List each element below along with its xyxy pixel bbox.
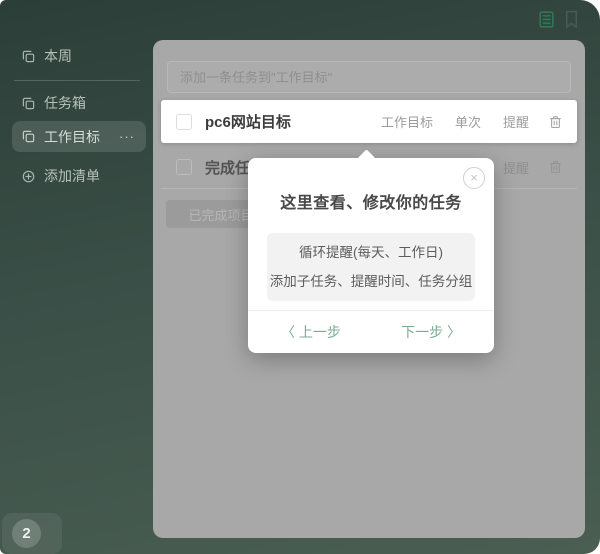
app-window: 本周 任务箱 工作目标 ··· 添加清单 添加一条任务到"工作目标" pc6网站… [0,0,600,554]
task-reminder-tag[interactable]: 提醒 [503,112,529,131]
add-task-input[interactable] [167,61,571,93]
popup-tip: 循环提醒(每天、工作日) [299,245,443,260]
close-icon[interactable]: × [463,167,485,189]
task-checkbox[interactable] [176,113,192,130]
trash-icon[interactable] [549,160,562,174]
sidebar-item-label: 添加清单 [44,168,100,184]
sidebar-item-label: 任务箱 [44,95,86,111]
task-list-tag[interactable]: 工作目标 [381,112,433,131]
step-count-badge: 2 [12,519,41,548]
pages-icon [22,97,35,110]
tutorial-popup: × 这里查看、修改你的任务 循环提醒(每天、工作日) 添加子任务、提醒时间、任务… [248,149,494,353]
sidebar-item-add-list[interactable]: 添加清单 [12,162,150,190]
trash-icon[interactable] [549,115,562,129]
plus-circle-icon [22,170,35,183]
task-repeat-tag[interactable]: 单次 [455,112,481,131]
more-icon[interactable]: ··· [119,129,135,144]
task-reminder-tag[interactable]: 提醒 [503,158,529,177]
sidebar-item-label: 工作目标 [44,128,100,145]
sidebar-item-work-goals[interactable]: 工作目标 ··· [12,121,146,152]
popup-tip: 添加子任务、提醒时间、任务分组 [269,274,473,289]
task-row[interactable]: pc6网站目标 工作目标 单次 提醒 [161,100,577,143]
popup-footer: 〈 上一步 下一步 〉 [248,310,494,353]
prev-step-button[interactable]: 〈 上一步 [281,322,341,342]
popup-title: 这里查看、修改你的任务 [280,195,462,212]
pages-icon [22,50,35,63]
pages-icon [22,130,35,143]
task-checkbox[interactable] [176,159,192,175]
popup-tip-box: 循环提醒(每天、工作日) 添加子任务、提醒时间、任务分组 [267,233,475,301]
sidebar-item-inbox[interactable]: 任务箱 [12,89,150,117]
sidebar-item-this-week[interactable]: 本周 [12,42,150,70]
journal-icon[interactable] [536,9,556,29]
sidebar-divider [14,80,140,81]
bookmark-icon[interactable] [563,9,579,29]
next-step-button[interactable]: 下一步 〉 [401,322,461,342]
sidebar-item-label: 本周 [44,48,72,64]
task-title: pc6网站目标 [205,114,291,131]
